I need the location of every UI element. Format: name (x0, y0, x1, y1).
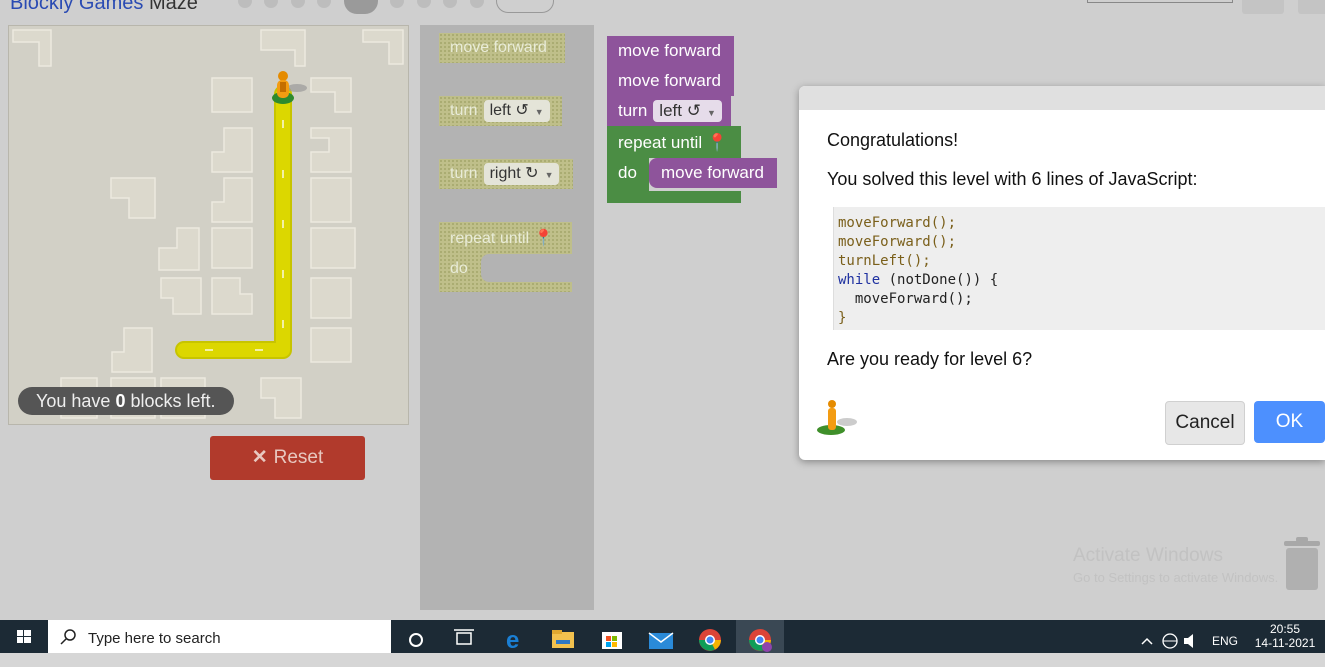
ok-button[interactable]: OK (1254, 401, 1325, 443)
toolbox-move-forward-block[interactable]: move forward (439, 33, 565, 63)
header-button[interactable] (1298, 0, 1325, 14)
toolbox-turn-left-block[interactable]: turn left ↺ ▼ (439, 96, 562, 126)
search-icon (60, 629, 76, 645)
search-placeholder: Type here to search (88, 630, 221, 647)
dialog-question: Are you ready for level 6? (827, 349, 1033, 369)
reset-button[interactable]: ✕ Reset (210, 436, 365, 480)
maze-area (8, 25, 409, 425)
marker-icon: 📍 (533, 230, 554, 247)
last-level-button[interactable] (496, 0, 555, 13)
reset-label: Reset (273, 447, 324, 468)
dialog-header (799, 86, 1325, 110)
cortana-icon[interactable] (392, 620, 440, 653)
header-button[interactable] (1242, 0, 1284, 14)
game-title: Maze (148, 0, 198, 14)
code-block: moveForward(); moveForward(); turnLeft()… (833, 207, 1325, 330)
file-explorer-icon[interactable] (539, 620, 587, 653)
taskbar: Type here to search e ENG 20:55 14-11-20… (0, 620, 1325, 653)
store-icon[interactable] (588, 620, 636, 653)
windows-start-icon[interactable] (0, 620, 48, 653)
mail-icon[interactable] (637, 620, 685, 653)
dialog-solved-text: You solved this level with 6 lines of Ja… (827, 169, 1198, 189)
language-select[interactable] (1087, 0, 1233, 3)
move-forward-block[interactable]: move forward (607, 36, 734, 66)
page-title: Blockly Games Maze (10, 0, 198, 15)
dropdown-arrow-icon: ▼ (534, 107, 544, 117)
chrome-icon[interactable] (686, 620, 734, 653)
task-view-icon[interactable] (440, 620, 488, 653)
level-dot[interactable] (469, 0, 484, 8)
top-bar: Blockly Games Maze (0, 0, 1325, 22)
pegman-icon (277, 71, 289, 98)
blocks-left-count: 0 (115, 391, 126, 411)
level-dot[interactable] (264, 0, 279, 8)
level-dot[interactable] (390, 0, 405, 8)
dropdown-arrow-icon: ▼ (544, 170, 554, 180)
edge-browser-icon[interactable]: e (490, 620, 538, 653)
level-dot[interactable] (290, 0, 305, 8)
cancel-button[interactable]: Cancel (1165, 401, 1245, 445)
trash-icon[interactable] (1283, 537, 1321, 591)
blocks-left-label: You have 0 blocks left. (18, 387, 234, 415)
pegman-icon (817, 400, 857, 435)
clock[interactable]: 20:55 14-11-2021 (1250, 622, 1320, 650)
move-forward-block[interactable]: move forward (607, 66, 734, 96)
language-indicator[interactable]: ENG (1212, 634, 1238, 667)
level-dot[interactable] (416, 0, 431, 8)
level-dot[interactable] (317, 0, 332, 8)
current-level-dot[interactable] (343, 0, 378, 14)
dropdown-arrow-icon: ▼ (706, 108, 716, 118)
level-dot[interactable] (443, 0, 458, 8)
direction-dropdown[interactable]: left ↺ ▼ (483, 100, 550, 122)
maze-map (12, 29, 404, 419)
chrome-profile-icon[interactable] (736, 620, 784, 653)
marker-icon: 📍 (706, 133, 729, 152)
activate-windows-watermark: Activate Windows Go to Settings to activ… (1073, 545, 1279, 585)
system-tray-icons[interactable] (1140, 620, 1210, 653)
toolbox-repeat-until-block[interactable]: repeat until 📍 do (439, 222, 572, 292)
svg-text:e: e (506, 627, 519, 653)
turn-left-block[interactable]: turn left ↺ ▼ (607, 96, 731, 126)
close-icon: ✕ (251, 447, 268, 468)
direction-dropdown[interactable]: left ↺ ▼ (653, 100, 722, 122)
level-dot[interactable] (238, 0, 252, 8)
app-title[interactable]: Blockly Games (10, 0, 143, 14)
toolbox-turn-right-block[interactable]: turn right ↻ ▼ (439, 159, 573, 189)
move-forward-block[interactable]: move forward (649, 158, 777, 188)
congratulations-dialog: Congratulations! You solved this level w… (799, 86, 1325, 460)
dialog-congrats: Congratulations! (827, 130, 959, 150)
direction-dropdown[interactable]: right ↻ ▼ (483, 163, 560, 185)
level-selector (238, 0, 555, 14)
taskbar-search-box[interactable]: Type here to search (48, 620, 391, 653)
